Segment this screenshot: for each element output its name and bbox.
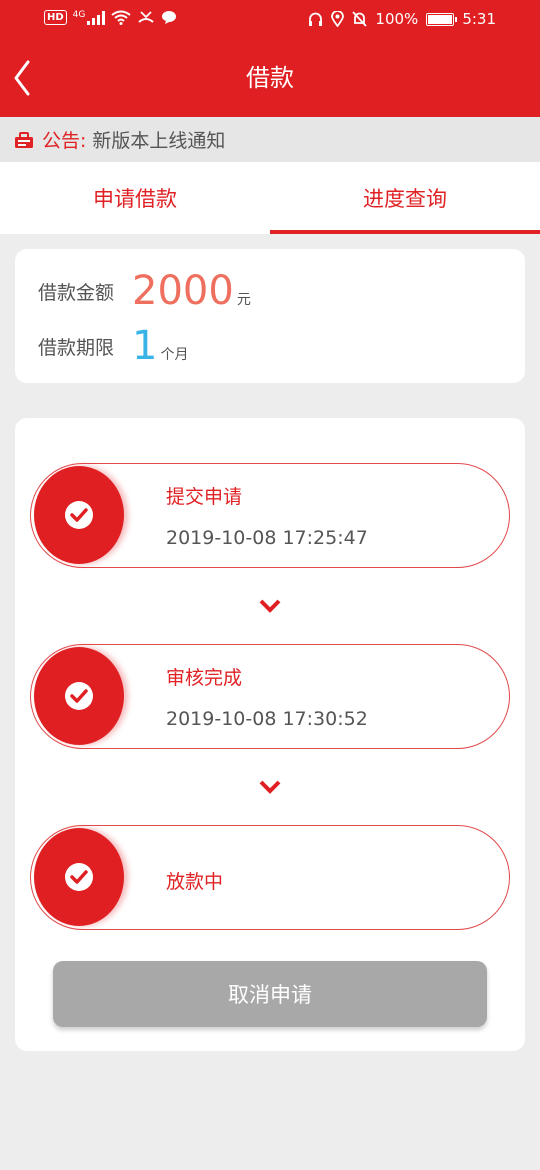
check-icon [65,682,93,710]
step-time: 2019-10-08 17:30:52 [166,708,368,730]
missed-call-icon [138,11,155,23]
step-check-badge [34,647,124,745]
notice-icon [15,131,33,148]
headphones-icon [309,12,323,26]
tab-progress-query[interactable]: 进度查询 [270,162,540,234]
step-title: 提交申请 [166,486,243,508]
check-icon [65,863,93,891]
hd-icon: HD [44,10,67,25]
message-icon [162,11,177,24]
tab-apply-loan[interactable]: 申请借款 [0,162,270,234]
clock: 5:31 [462,10,496,28]
tab-bar: 申请借款 进度查询 [0,162,540,234]
loan-term-unit: 个月 [160,347,189,363]
battery-icon [426,12,458,26]
wifi-icon [111,10,131,25]
chevron-down-icon [259,599,281,613]
loan-amount-label: 借款金额 [38,282,115,304]
step-title: 放款中 [166,871,224,893]
progress-card: 提交申请 2019-10-08 17:25:47 审核完成 2019-10-08… [15,418,525,1051]
location-icon [331,11,345,27]
loan-term-label: 借款期限 [38,337,115,359]
notice-prefix: 公告: [42,130,87,152]
signal-icon [87,10,106,25]
notice-text: 新版本上线通知 [92,130,226,152]
loan-term-value: 1 [132,323,158,369]
mute-bell-icon [352,11,368,27]
loan-term-row: 借款期限 1 个月 [38,326,188,366]
loan-amount-row: 借款金额 2000 元 [38,271,251,311]
loan-info-card: 借款金额 2000 元 借款期限 1 个月 [15,249,525,383]
chevron-down-icon [259,780,281,794]
progress-step-disbursing: 放款中 [30,825,510,930]
check-icon [65,501,93,529]
page-title: 借款 [246,64,294,92]
network-type: 4G [72,10,86,20]
loan-amount-unit: 元 [236,292,251,308]
progress-step-submit: 提交申请 2019-10-08 17:25:47 [30,463,510,568]
cancel-application-button[interactable]: 取消申请 [53,961,487,1027]
status-bar: HD 4G 100% 5:31 [0,0,540,40]
notice-bar[interactable]: 公告: 新版本上线通知 [0,117,540,162]
step-title: 审核完成 [166,667,243,689]
loan-amount-value: 2000 [132,268,234,314]
step-check-badge [34,828,124,926]
step-time: 2019-10-08 17:25:47 [166,527,368,549]
battery-percent: 100% [375,10,419,28]
step-check-badge [34,466,124,564]
app-header: HD 4G 100% 5:31 借款 [0,0,540,117]
progress-step-review: 审核完成 2019-10-08 17:30:52 [30,644,510,749]
